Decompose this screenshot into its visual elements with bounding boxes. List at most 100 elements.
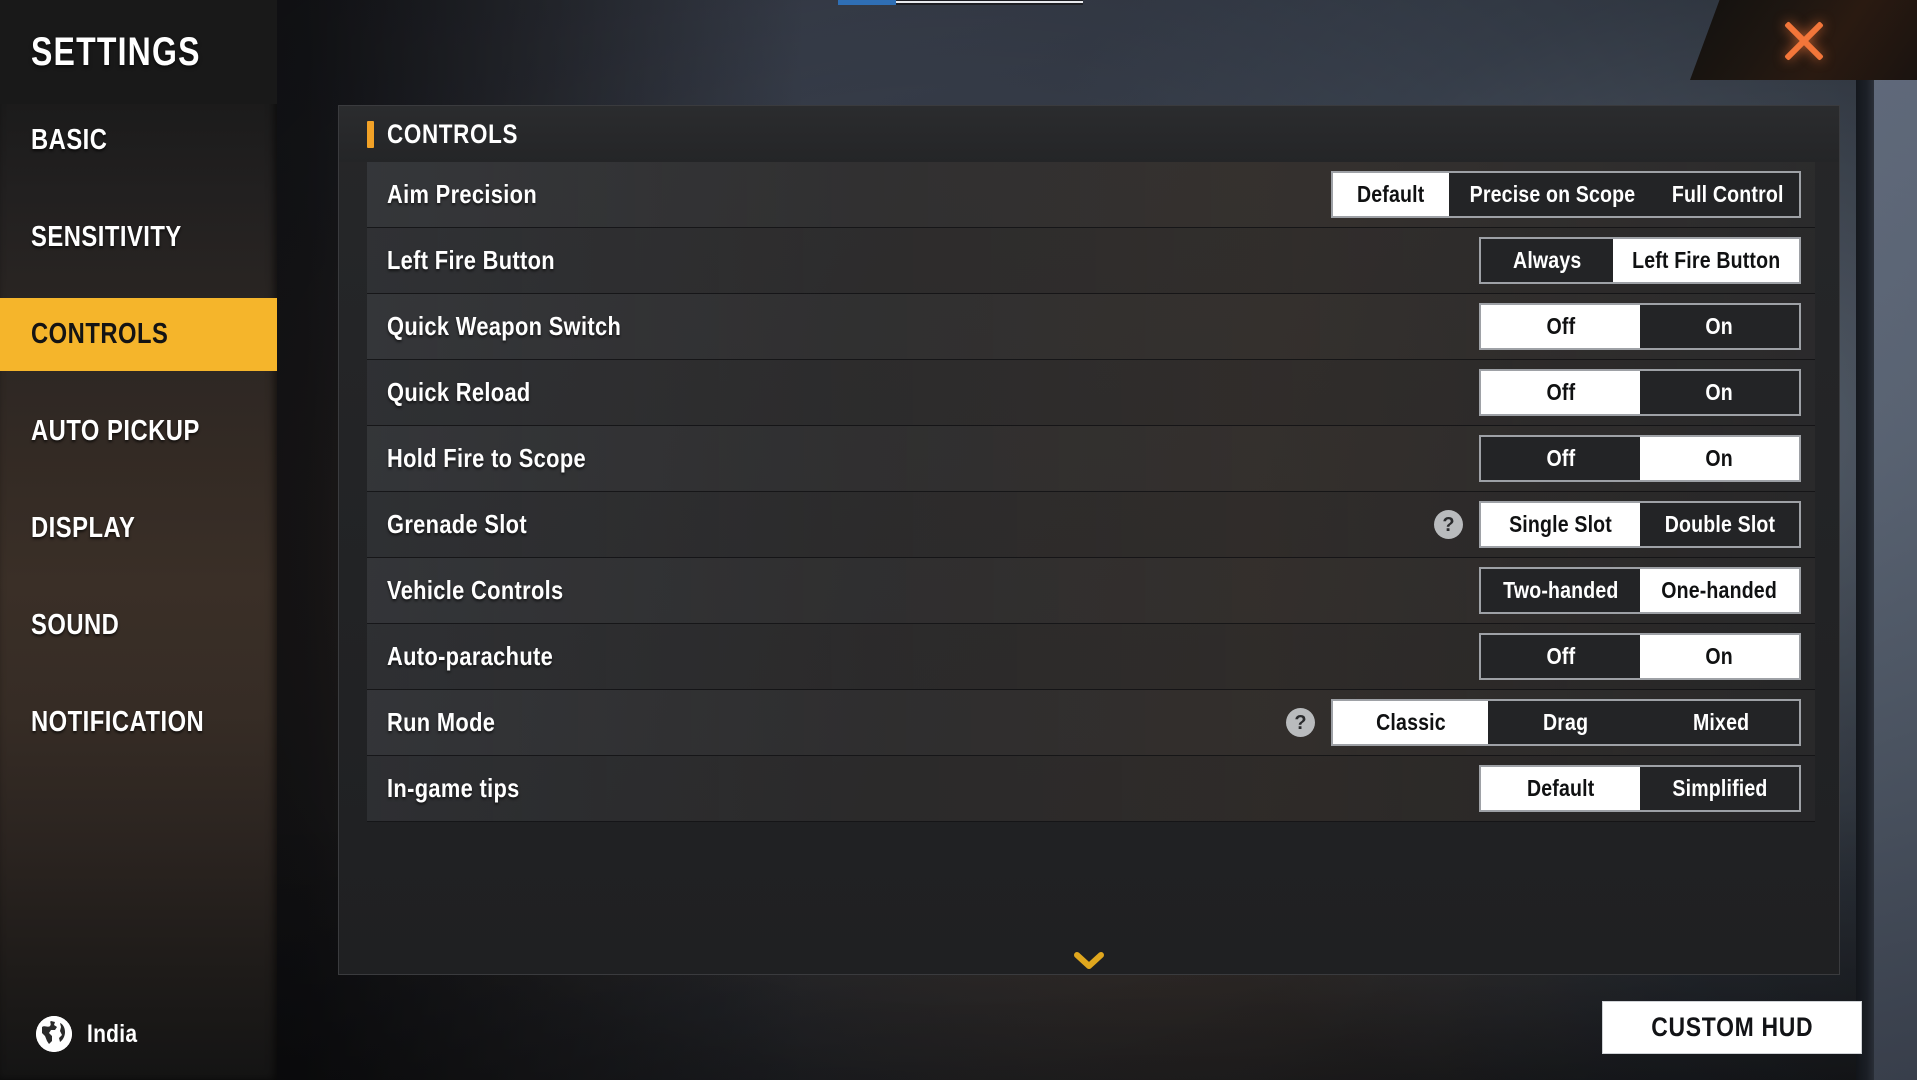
background-right-panel bbox=[1874, 0, 1917, 1080]
settings-row: Quick Weapon Switch Off On bbox=[367, 294, 1815, 360]
segmented-control[interactable]: Two-handed One-handed bbox=[1479, 567, 1801, 614]
segment-option-label: On bbox=[1705, 445, 1734, 471]
segment-option[interactable]: Double Slot bbox=[1640, 503, 1799, 546]
setting-control-group: ? Classic Drag Mixed bbox=[1286, 699, 1801, 746]
sidebar-header: SETTINGS bbox=[0, 0, 277, 104]
sidebar-item-display[interactable]: DISPLAY bbox=[0, 492, 277, 565]
segment-option[interactable]: One-handed bbox=[1640, 569, 1799, 612]
panel-header: CONTROLS bbox=[339, 106, 1839, 162]
segment-option[interactable]: On bbox=[1640, 437, 1799, 480]
settings-row: Left Fire Button Always Left Fire Button bbox=[367, 228, 1815, 294]
segmented-control[interactable]: Off On bbox=[1479, 435, 1801, 482]
segment-option[interactable]: Single Slot bbox=[1481, 503, 1640, 546]
segment-option-label: On bbox=[1705, 313, 1734, 339]
setting-control-group: Off On bbox=[1479, 369, 1801, 416]
sidebar-item-label: NOTIFICATION bbox=[31, 706, 205, 738]
segment-option[interactable]: Off bbox=[1481, 437, 1640, 480]
segment-option-label: Default bbox=[1357, 181, 1425, 207]
sidebar-item-notification[interactable]: NOTIFICATION bbox=[0, 686, 277, 759]
segment-option-label: Precise on Scope bbox=[1469, 181, 1635, 207]
segmented-control[interactable]: Classic Drag Mixed bbox=[1331, 699, 1801, 746]
setting-control-group: Always Left Fire Button bbox=[1479, 237, 1801, 284]
segment-option-label: Drag bbox=[1543, 709, 1589, 735]
setting-control-group: ? Single Slot Double Slot bbox=[1434, 501, 1801, 548]
close-button[interactable] bbox=[1690, 0, 1917, 80]
sidebar-item-label: DISPLAY bbox=[31, 512, 136, 544]
segment-option-label: Off bbox=[1546, 379, 1575, 405]
custom-hud-button[interactable]: CUSTOM HUD bbox=[1602, 1001, 1862, 1054]
segment-option[interactable]: Default bbox=[1481, 767, 1640, 810]
segment-option[interactable]: On bbox=[1640, 371, 1799, 414]
sidebar-item-sound[interactable]: SOUND bbox=[0, 589, 277, 662]
setting-label: Grenade Slot bbox=[387, 509, 527, 539]
setting-label: Hold Fire to Scope bbox=[387, 443, 586, 473]
panel-title: CONTROLS bbox=[387, 118, 519, 149]
segment-option[interactable]: Drag bbox=[1488, 701, 1644, 744]
segment-option[interactable]: Off bbox=[1481, 305, 1640, 348]
page-title: SETTINGS bbox=[31, 30, 201, 74]
segment-option[interactable]: Left Fire Button bbox=[1612, 239, 1799, 282]
settings-row: In-game tips Default Simplified bbox=[367, 756, 1815, 822]
background-right-wall bbox=[1856, 0, 1874, 1080]
setting-label: Quick Weapon Switch bbox=[387, 311, 622, 341]
segment-option-label: Always bbox=[1512, 247, 1581, 273]
segmented-control[interactable]: Default Simplified bbox=[1479, 765, 1801, 812]
segment-option[interactable]: Always bbox=[1481, 239, 1613, 282]
segment-option[interactable]: Two-handed bbox=[1481, 569, 1640, 612]
segmented-control[interactable]: Off On bbox=[1479, 633, 1801, 680]
settings-row: Quick Reload Off On bbox=[367, 360, 1815, 426]
segmented-control[interactable]: Always Left Fire Button bbox=[1479, 237, 1801, 284]
segment-option-label: On bbox=[1705, 379, 1734, 405]
segmented-control[interactable]: Off On bbox=[1479, 369, 1801, 416]
segment-option-label: Off bbox=[1546, 313, 1575, 339]
segment-option[interactable]: Off bbox=[1481, 371, 1640, 414]
setting-label: Left Fire Button bbox=[387, 245, 555, 275]
segment-option-label: Single Slot bbox=[1509, 511, 1612, 537]
segment-option[interactable]: On bbox=[1640, 635, 1799, 678]
segment-option[interactable]: Full Control bbox=[1655, 173, 1799, 216]
segment-option-label: Off bbox=[1546, 445, 1575, 471]
segmented-control[interactable]: Default Precise on Scope Full Control bbox=[1331, 171, 1801, 218]
segment-option[interactable]: Simplified bbox=[1640, 767, 1799, 810]
region-label: India bbox=[87, 1019, 138, 1048]
segment-option[interactable]: Precise on Scope bbox=[1448, 173, 1656, 216]
controls-panel: CONTROLS Aim Precision Default Precise on … bbox=[338, 105, 1840, 975]
help-icon[interactable]: ? bbox=[1434, 510, 1463, 539]
settings-sidebar: SETTINGS BASIC SENSITIVITY CONTROLS AUTO PI… bbox=[0, 0, 277, 1080]
segmented-control[interactable]: Off On bbox=[1479, 303, 1801, 350]
chevron-down-icon[interactable] bbox=[1069, 950, 1109, 972]
sidebar-item-basic[interactable]: BASIC bbox=[0, 104, 277, 177]
settings-row-list: Aim Precision Default Precise on Scope Full… bbox=[367, 162, 1815, 822]
segment-option-label: Left Fire Button bbox=[1631, 247, 1780, 273]
settings-row: Vehicle Controls Two-handed One-handed bbox=[367, 558, 1815, 624]
custom-hud-label: CUSTOM HUD bbox=[1651, 1012, 1813, 1042]
sidebar-item-label: SOUND bbox=[31, 609, 120, 641]
sidebar-item-auto-pickup[interactable]: AUTO PICKUP bbox=[0, 395, 277, 468]
setting-label: In-game tips bbox=[387, 773, 520, 803]
segment-option-label: On bbox=[1705, 643, 1734, 669]
settings-row: Hold Fire to Scope Off On bbox=[367, 426, 1815, 492]
setting-label: Vehicle Controls bbox=[387, 575, 564, 605]
top-progress-bar bbox=[838, 0, 1083, 5]
segment-option-label: Double Slot bbox=[1664, 511, 1775, 537]
segment-option[interactable]: Classic bbox=[1333, 701, 1489, 744]
sidebar-item-controls[interactable]: CONTROLS bbox=[0, 298, 277, 371]
setting-control-group: Off On bbox=[1479, 303, 1801, 350]
segment-option[interactable]: Mixed bbox=[1643, 701, 1799, 744]
segment-option[interactable]: Off bbox=[1481, 635, 1640, 678]
segmented-control[interactable]: Single Slot Double Slot bbox=[1479, 501, 1801, 548]
segment-option[interactable]: Default bbox=[1333, 173, 1449, 216]
region-selector[interactable]: India bbox=[36, 1016, 147, 1052]
help-icon[interactable]: ? bbox=[1286, 708, 1315, 737]
globe-icon bbox=[36, 1016, 72, 1052]
segment-option[interactable]: On bbox=[1640, 305, 1799, 348]
setting-label: Quick Reload bbox=[387, 377, 531, 407]
sidebar-item-sensitivity[interactable]: SENSITIVITY bbox=[0, 201, 277, 274]
sidebar-item-label: BASIC bbox=[31, 124, 108, 156]
settings-row: Run Mode? Classic Drag Mixed bbox=[367, 690, 1815, 756]
setting-control-group: Off On bbox=[1479, 435, 1801, 482]
progress-fill bbox=[838, 0, 896, 5]
segment-option-label: Simplified bbox=[1671, 775, 1768, 801]
setting-label: Aim Precision bbox=[387, 179, 538, 209]
settings-row: Auto-parachute Off On bbox=[367, 624, 1815, 690]
